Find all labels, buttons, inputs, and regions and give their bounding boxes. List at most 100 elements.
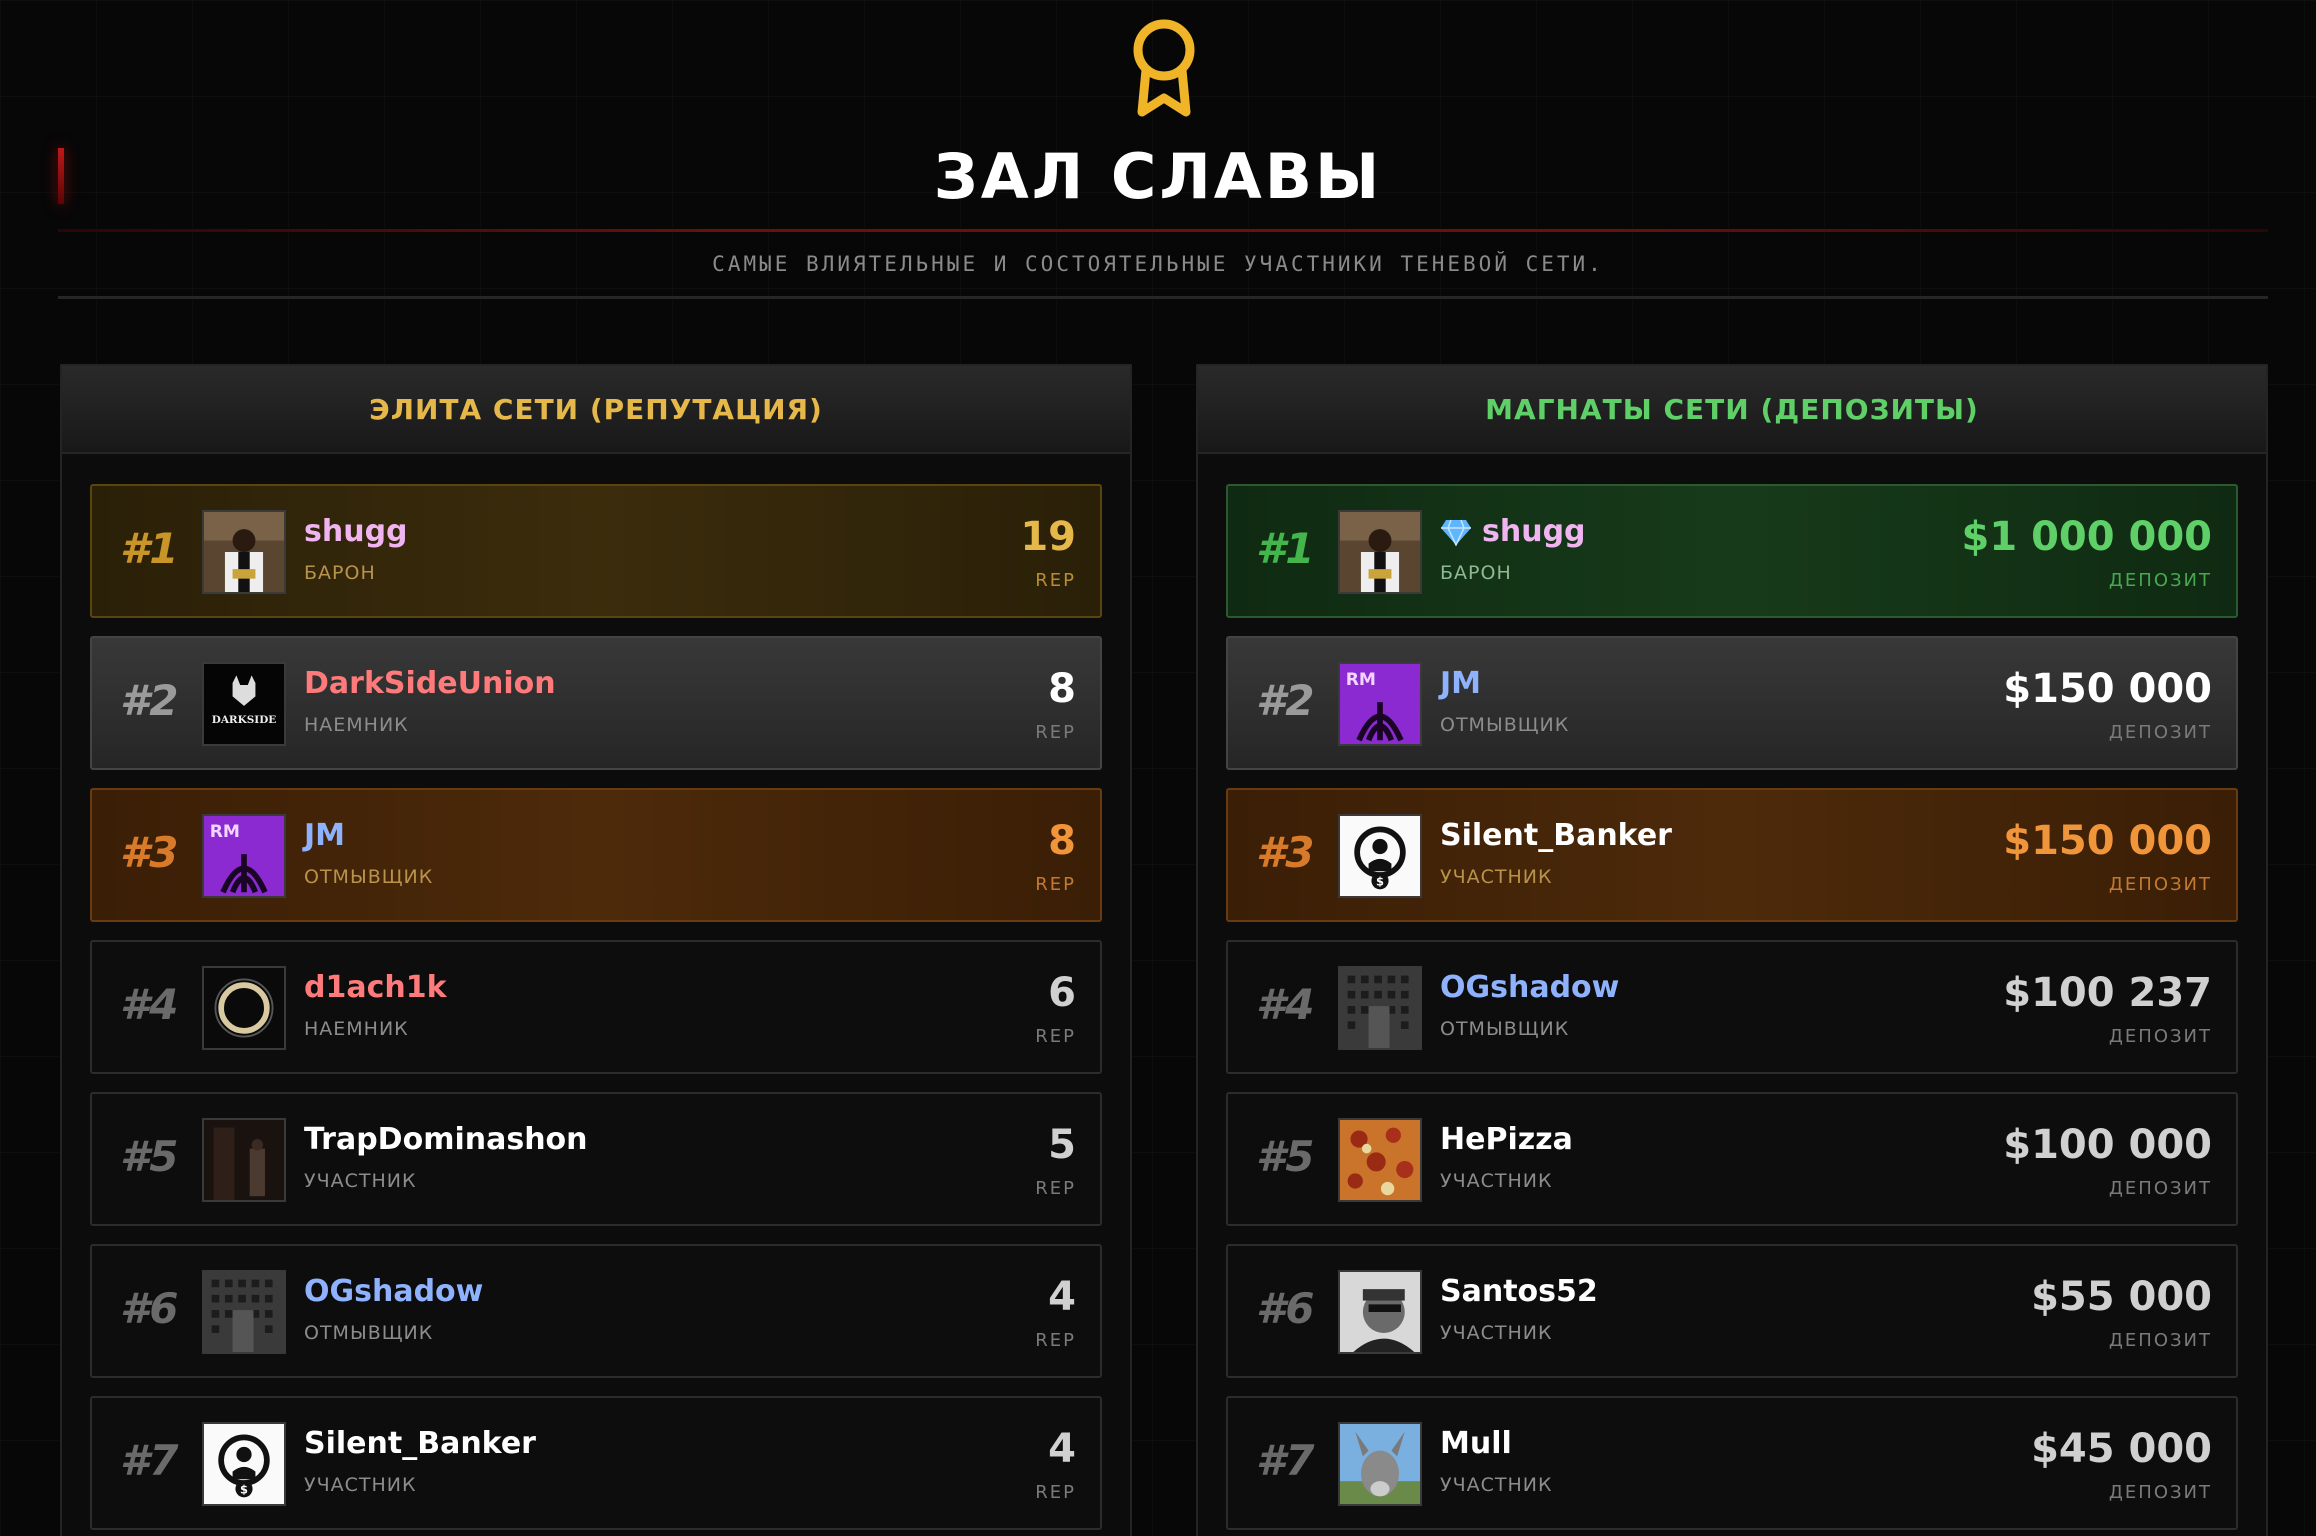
portrait-avatar[interactable] [1338,1270,1422,1354]
rep-unit: REP [1035,1482,1076,1503]
building-avatar[interactable] [202,1270,286,1354]
rep-unit: REP [1035,874,1076,895]
username-link[interactable]: JM [1440,666,1481,701]
username-link[interactable]: Santos52 [1440,1274,1598,1309]
leaderboard-row[interactable]: #6 Santos52 УЧАСТНИК $55 000 ДЕПОЗИТ [1226,1244,2238,1378]
leaderboard-row[interactable]: #5 HePizza УЧАСТНИК $100 000 ДЕПОЗИТ [1226,1092,2238,1226]
rank-label: #2 [1256,676,1315,725]
role-label: ОТМЫВЩИК [304,1322,434,1344]
page-title: ЗАЛ СЛАВЫ [933,140,1383,213]
shugg-avatar[interactable] [202,510,286,594]
username-link[interactable]: OGshadow [1440,970,1619,1005]
reputation-panel: ЭЛИТА СЕТИ (РЕПУТАЦИЯ) #1 shugg БАРОН 19… [60,364,1132,1536]
rep-unit: REP [1035,1026,1076,1047]
rank-label: #5 [120,1132,179,1181]
leaderboard-row[interactable]: #5 TrapDominashon УЧАСТНИК 5 REP [90,1092,1102,1226]
jm-avatar[interactable]: RM [202,814,286,898]
rep-value: 5 [1048,1122,1076,1168]
rep-value: 8 [1048,666,1076,712]
rank-label: #5 [1256,1132,1315,1181]
rank-label: #7 [1256,1436,1315,1485]
leaderboard-row[interactable]: #2 DARKSIDE DarkSideUnion НАЕМНИК 8 REP [90,636,1102,770]
deposit-unit: ДЕПОЗИТ [2108,722,2212,743]
dark-room-avatar[interactable] [202,1118,286,1202]
deposit-value: $100 000 [2003,1122,2212,1168]
role-label: НАЕМНИК [304,714,409,736]
rank-label: #4 [1256,980,1315,1029]
deposits-panel-title: МАГНАТЫ СЕТИ (ДЕПОЗИТЫ) [1485,392,1979,426]
jm-avatar[interactable]: RM [1338,662,1422,746]
leaderboard-row[interactable]: #7 Mull УЧАСТНИК $45 000 ДЕПОЗИТ [1226,1396,2238,1530]
banker-logo-avatar[interactable]: $ [1338,814,1422,898]
role-label: УЧАСТНИК [304,1170,417,1192]
leaderboard-row[interactable]: #3 $ Silent_Banker УЧАСТНИК $150 000 ДЕП… [1226,788,2238,922]
username-link[interactable]: TrapDominashon [304,1122,588,1157]
svg-text:$: $ [1376,875,1384,889]
rep-value: 4 [1048,1426,1076,1472]
role-label: УЧАСТНИК [304,1474,417,1496]
reputation-panel-header: ЭЛИТА СЕТИ (РЕПУТАЦИЯ) [62,366,1130,454]
rep-unit: REP [1035,1330,1076,1351]
username-link[interactable]: Silent_Banker [1440,818,1672,853]
username-link[interactable]: OGshadow [304,1274,483,1309]
divider [58,229,2268,232]
rank-label: #6 [1256,1284,1315,1333]
deposit-unit: ДЕПОЗИТ [2108,874,2212,895]
rep-unit: REP [1035,1178,1076,1199]
ring-avatar[interactable] [202,966,286,1050]
banker-logo-avatar[interactable]: $ [202,1422,286,1506]
username-link[interactable]: Mull [1440,1426,1512,1461]
username-link[interactable]: JM [304,818,345,853]
rank-label: #3 [120,828,179,877]
leaderboard-row[interactable]: #3 RM JM ОТМЫВЩИК 8 REP [90,788,1102,922]
leaderboard-row[interactable]: #7 $ Silent_Banker УЧАСТНИК 4 REP [90,1396,1102,1530]
username-link[interactable]: HePizza [1440,1122,1573,1157]
darkside-avatar[interactable]: DARKSIDE [202,662,286,746]
pizza-avatar[interactable] [1338,1118,1422,1202]
deposit-unit: ДЕПОЗИТ [2108,1026,2212,1047]
deposit-value: $150 000 [2003,818,2212,864]
username-link[interactable]: shugg [304,514,408,549]
deposit-unit: ДЕПОЗИТ [2108,1482,2212,1503]
leaderboard-row[interactable]: #4 OGshadow ОТМЫВЩИК $100 237 ДЕПОЗИТ [1226,940,2238,1074]
svg-text:RM: RM [1346,670,1376,690]
leaderboard-row[interactable]: #1 shugg БАРОН $1 000 000 ДЕПОЗИТ [1226,484,2238,618]
svg-text:RM: RM [210,822,240,842]
donkey-avatar[interactable] [1338,1422,1422,1506]
shugg-avatar[interactable] [1338,510,1422,594]
leaderboard-row[interactable]: #4 d1ach1k НАЕМНИК 6 REP [90,940,1102,1074]
rank-label: #1 [1256,524,1315,573]
award-icon [1133,19,1195,117]
deposit-value: $45 000 [2031,1426,2212,1472]
deposit-unit: ДЕПОЗИТ [2108,1178,2212,1199]
rank-label: #3 [1256,828,1315,877]
building-avatar[interactable] [1338,966,1422,1050]
deposit-value: $1 000 000 [1961,514,2212,560]
diamond-icon [1441,519,1471,546]
svg-text:DARKSIDE: DARKSIDE [212,714,277,726]
leaderboard-row[interactable]: #2 RM JM ОТМЫВЩИК $150 000 ДЕПОЗИТ [1226,636,2238,770]
deposit-unit: ДЕПОЗИТ [2108,570,2212,591]
deposits-panel-header: МАГНАТЫ СЕТИ (ДЕПОЗИТЫ) [1198,366,2266,454]
leaderboard-row[interactable]: #6 OGshadow ОТМЫВЩИК 4 REP [90,1244,1102,1378]
username-link[interactable]: Silent_Banker [304,1426,536,1461]
rep-unit: REP [1035,570,1076,591]
role-label: БАРОН [304,562,376,584]
rank-label: #2 [120,676,179,725]
role-label: УЧАСТНИК [1440,866,1553,888]
role-label: БАРОН [1440,562,1512,584]
username-text: shugg [1482,514,1586,549]
deposits-panel: МАГНАТЫ СЕТИ (ДЕПОЗИТЫ) #1 shugg БАРОН $… [1196,364,2268,1536]
username-link[interactable]: d1ach1k [304,970,447,1005]
deposit-unit: ДЕПОЗИТ [2108,1330,2212,1351]
rank-label: #4 [120,980,179,1029]
username-link[interactable]: DarkSideUnion [304,666,556,701]
rep-unit: REP [1035,722,1076,743]
svg-text:$: $ [240,1483,248,1497]
leaderboard-row[interactable]: #1 shugg БАРОН 19 REP [90,484,1102,618]
role-label: УЧАСТНИК [1440,1322,1553,1344]
deposit-value: $100 237 [2003,970,2212,1016]
username-link[interactable]: shugg [1440,514,1586,549]
page-subtitle: САМЫЕ ВЛИЯТЕЛЬНЫЕ И СОСТОЯТЕЛЬНЫЕ УЧАСТН… [712,252,1604,276]
rep-value: 4 [1048,1274,1076,1320]
